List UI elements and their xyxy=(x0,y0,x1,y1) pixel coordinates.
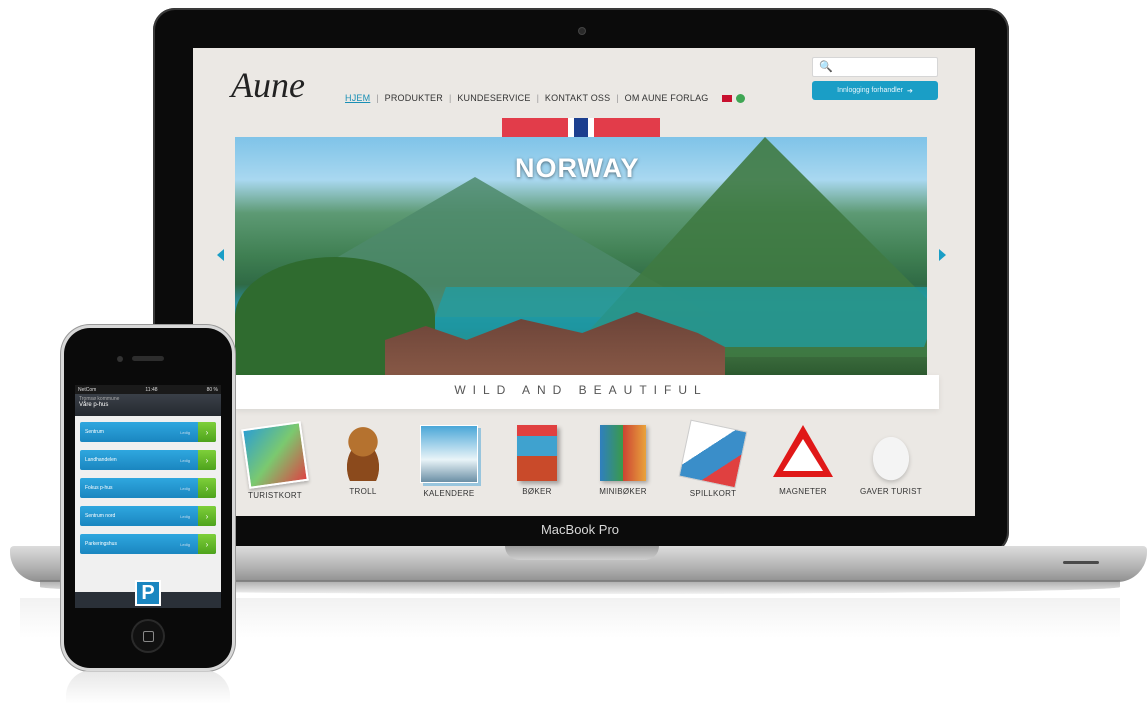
login-label: Innlogging forhandler xyxy=(837,87,903,94)
phone-screen: NetCom 11:48 80 % Tromsø kommune Våre p-… xyxy=(75,385,221,608)
product-thumb xyxy=(241,421,309,489)
clock-label: 11:48 xyxy=(145,386,158,393)
phone-speaker xyxy=(132,356,164,361)
search-icon[interactable]: 🔍 xyxy=(819,60,833,73)
list-item[interactable]: Sentrum Ledig › xyxy=(80,422,216,442)
slider-next-icon[interactable] xyxy=(939,249,946,261)
phone-header: Tromsø kommune Våre p-hus xyxy=(75,394,221,416)
camera-icon xyxy=(579,28,585,34)
laptop-notch xyxy=(505,546,659,560)
product-troll[interactable]: TROLL xyxy=(323,425,403,496)
home-button-icon[interactable] xyxy=(133,621,163,651)
product-turistkort[interactable]: TURISTKORT xyxy=(235,421,315,500)
product-thumb xyxy=(678,419,748,489)
list-item[interactable]: Parkeringshus Ledig › xyxy=(80,534,216,554)
search-input[interactable] xyxy=(833,59,935,75)
login-button[interactable]: Innlogging forhandler ➔ xyxy=(812,81,938,100)
product-label: MAGNETER xyxy=(779,487,827,496)
battery-label: 80 % xyxy=(206,386,218,393)
list-item[interactable]: Sentrum nord Ledig › xyxy=(80,506,216,526)
product-magneter[interactable]: MAGNETER xyxy=(763,425,843,496)
hero-caption: WILD AND BEAUTIFUL xyxy=(454,383,708,397)
product-thumb xyxy=(600,425,646,481)
product-label: GAVER TURIST xyxy=(860,487,922,496)
product-label: MINIBØKER xyxy=(599,487,647,496)
product-kalendere[interactable]: KALENDERE xyxy=(409,425,489,498)
laptop-slot xyxy=(1063,561,1099,564)
main-nav: HJEM | PRODUKTER | KUNDESERVICE | KONTAK… xyxy=(339,93,746,103)
product-gaver-turist[interactable]: GAVER TURIST xyxy=(851,425,931,496)
nav-customer-service[interactable]: KUNDESERVICE xyxy=(451,93,536,103)
arrow-icon: ➔ xyxy=(906,87,913,95)
nav-contact[interactable]: KONTAKT OSS xyxy=(539,93,616,103)
phone-header-sub: Våre p-hus xyxy=(79,402,109,408)
phone-camera-icon xyxy=(117,356,123,362)
chevron-right-icon[interactable]: › xyxy=(198,534,216,554)
chevron-right-icon[interactable]: › xyxy=(198,506,216,526)
list-item[interactable]: Landhandelen Ledig › xyxy=(80,450,216,470)
slider-prev-icon[interactable] xyxy=(217,249,224,261)
product-thumb xyxy=(517,425,557,481)
product-thumb xyxy=(420,425,478,483)
phone-reflection xyxy=(66,670,230,704)
flag-icon[interactable] xyxy=(722,94,733,102)
product-label: TURISTKORT xyxy=(248,491,302,500)
product-spillkort[interactable]: SPILLKORT xyxy=(673,419,753,498)
search-box[interactable]: 🔍 xyxy=(812,57,938,77)
product-row: TURISTKORT TROLL KALENDERE BØKER MINIBØK… xyxy=(235,419,935,520)
nav-home[interactable]: HJEM xyxy=(339,93,376,103)
product-thumb xyxy=(773,425,833,477)
product-boker[interactable]: BØKER xyxy=(497,425,577,496)
product-label: KALENDERE xyxy=(423,489,475,498)
chevron-right-icon[interactable]: › xyxy=(198,422,216,442)
nav-products[interactable]: PRODUKTER xyxy=(379,93,449,103)
product-thumb xyxy=(335,425,391,481)
product-thumb xyxy=(863,425,919,481)
nav-about[interactable]: OM AUNE FORLAG xyxy=(619,93,715,103)
parking-list: Sentrum Ledig › Landhandelen Ledig › Fokus p… xyxy=(75,416,221,568)
globe-icon[interactable] xyxy=(736,93,746,103)
chevron-right-icon[interactable]: › xyxy=(198,478,216,498)
hero-title: NORWAY xyxy=(515,153,640,183)
product-label: TROLL xyxy=(349,487,377,496)
parking-icon[interactable]: P xyxy=(135,580,161,606)
chevron-right-icon[interactable]: › xyxy=(198,450,216,470)
site-logo[interactable]: Aune xyxy=(231,64,305,106)
product-miniboker[interactable]: MINIBØKER xyxy=(583,425,663,496)
carrier-label: NetCom xyxy=(78,386,97,393)
list-item[interactable]: Fokus p-hus Ledig › xyxy=(80,478,216,498)
product-label: SPILLKORT xyxy=(689,489,737,498)
product-label: BØKER xyxy=(522,487,552,496)
phone-status-bar: NetCom 11:48 80 % xyxy=(75,385,221,394)
laptop-label: MacBook Pro xyxy=(540,522,620,537)
